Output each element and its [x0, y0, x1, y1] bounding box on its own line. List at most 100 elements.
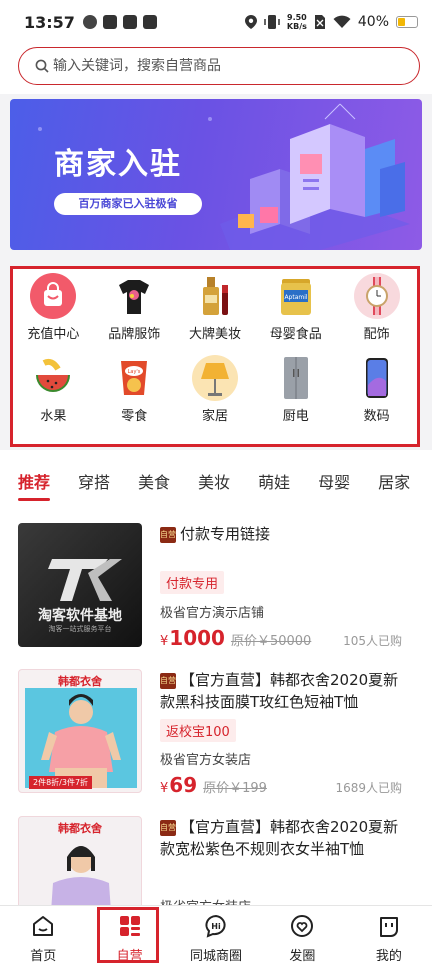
bottom-navigation: 首页 自营 Hi 同城商圈 发圈 我的 — [0, 905, 432, 964]
sold-count: 1689人已购 — [335, 781, 402, 795]
search-icon — [35, 59, 49, 73]
self-operated-badge: 自营 — [160, 673, 176, 689]
tab-item[interactable]: 居家 — [378, 469, 410, 493]
nav-item[interactable]: 我的 — [346, 906, 432, 964]
product-price: ¥1000 原价￥50000 — [160, 626, 311, 650]
category-item[interactable]: Lay's 零食 — [94, 355, 175, 437]
category-item[interactable]: 品牌服饰 — [94, 273, 175, 355]
category-item[interactable]: 数码 — [336, 355, 417, 437]
category-item[interactable]: 厨电 — [255, 355, 336, 437]
nav-label: 自营 — [116, 949, 143, 964]
product-title: 自营 【官方直营】韩都衣舍2020夏新款黑科技面膜T玫红色短袖T恤 — [160, 669, 410, 713]
nav-item[interactable]: 首页 — [0, 906, 86, 964]
nav-item[interactable]: Hi 同城商圈 — [173, 906, 259, 964]
category-item[interactable]: 水果 — [13, 355, 94, 437]
battery-percent: 40% — [357, 14, 389, 30]
search-input[interactable] — [53, 58, 383, 74]
sim-off-icon — [314, 15, 325, 29]
product-price: ¥69 原价￥199 — [160, 773, 267, 797]
tab-item[interactable]: 穿搭 — [78, 469, 110, 493]
product-tag: 返校宝100 — [160, 719, 236, 742]
nav-label: 首页 — [30, 949, 57, 964]
nav-item[interactable]: 发圈 — [259, 906, 345, 964]
self-operated-badge: 自营 — [160, 820, 176, 836]
watermelon-icon — [30, 355, 76, 401]
product-card[interactable]: 淘客软件基地 淘客一站式服务平台 自营 付款专用链接 付款专用 极省官方演示店铺 … — [0, 523, 432, 663]
speed-unit: KB/s — [286, 22, 307, 31]
svg-text:Hi: Hi — [211, 922, 221, 931]
product-title: 自营 【官方直营】韩都衣舍2020夏新款宽松紫色不规则衣女半袖T恤 — [160, 816, 410, 860]
profile-face-icon — [377, 914, 401, 945]
shop-name: 极省官方女装店 — [160, 753, 252, 768]
category-item[interactable]: 配饰 — [336, 273, 417, 355]
tab-item[interactable]: 美妆 — [198, 469, 230, 493]
original-price: 原价￥199 — [203, 781, 267, 796]
thumb-title: 淘客软件基地 — [38, 608, 122, 624]
nav-item[interactable]: 自营 — [86, 906, 172, 964]
milk-powder-icon: Aptamil — [273, 273, 319, 319]
tab-item[interactable]: 推荐 — [18, 469, 51, 501]
product-card[interactable]: 韩都衣舍 2件8折/3件7折 自营 【官方直营】韩都衣舍2020夏新款黑科技面膜T… — [0, 669, 432, 809]
sold-count: 105人已购 — [343, 634, 402, 648]
wifi-icon — [333, 15, 351, 28]
vibrate-icon — [264, 15, 280, 29]
nav-label: 我的 — [375, 949, 402, 964]
category-label: 水果 — [40, 409, 67, 424]
category-item[interactable]: 家居 — [175, 355, 256, 437]
category-panel: 充值中心 品牌服饰 大牌美妆 Aptamil 母婴食品 配饰水果 Lay's 零食 家居 厨电 数码 — [10, 266, 420, 447]
category-grid: 充值中心 品牌服饰 大牌美妆 Aptamil 母婴食品 配饰水果 Lay's 零食 家居 厨电 数码 — [13, 269, 417, 437]
currency-symbol: ¥ — [160, 634, 169, 649]
lamp-icon — [191, 355, 238, 401]
thumb-subtitle: 淘客一站式服务平台 — [48, 625, 112, 633]
currency-symbol: ¥ — [160, 781, 169, 796]
tab-item[interactable]: 母婴 — [318, 469, 350, 493]
category-label: 品牌服饰 — [108, 327, 161, 342]
model-photo — [25, 688, 137, 788]
original-price: 原价￥50000 — [230, 634, 312, 649]
shopping-bag-icon — [30, 273, 77, 319]
product-title-text: 【官方直营】韩都衣舍2020夏新款宽松紫色不规则衣女半袖T恤 — [160, 818, 399, 858]
chips-icon: Lay's — [111, 355, 157, 401]
status-bar: 13:57 9.50 KB/s 40% — [0, 0, 432, 44]
status-time: 13:57 — [24, 12, 75, 32]
merchant-join-banner[interactable]: 商家入驻 百万商家已入驻极省 — [10, 99, 422, 250]
phone-icon — [354, 355, 400, 401]
banner-subtitle: 百万商家已入驻极省 — [54, 193, 202, 215]
battery-level — [398, 18, 405, 26]
perfume-icon — [192, 273, 238, 319]
category-label: 数码 — [363, 409, 390, 424]
category-item[interactable]: 充值中心 — [13, 273, 94, 355]
shop-name: 极省官方演示店铺 — [160, 606, 265, 621]
nav-label: 同城商圈 — [190, 949, 243, 964]
network-speed: 9.50 KB/s — [287, 13, 307, 31]
svg-text:Lay's: Lay's — [128, 369, 141, 375]
category-label: 充值中心 — [27, 327, 80, 342]
app-notification-icon — [82, 15, 97, 29]
fridge-icon — [273, 355, 319, 401]
calendar-icon — [142, 15, 157, 29]
cat-app-icon — [102, 15, 117, 29]
location-icon — [244, 15, 257, 29]
chat-hi-icon: Hi — [204, 914, 228, 945]
search-bar[interactable] — [18, 47, 420, 85]
product-title: 自营 付款专用链接 — [160, 523, 410, 545]
category-item[interactable]: 大牌美妆 — [175, 273, 256, 355]
tab-item[interactable]: 美食 — [138, 469, 170, 493]
feed-tabs: 推荐 穿搭 美食 美妆 萌娃 母婴 居家 — [0, 458, 432, 504]
tab-item[interactable]: 萌娃 — [258, 469, 290, 493]
watch-icon — [353, 273, 400, 319]
product-title-text: 【官方直营】韩都衣舍2020夏新款黑科技面膜T玫红色短袖T恤 — [160, 671, 399, 711]
status-right: 9.50 KB/s 40% — [244, 13, 418, 31]
heart-share-icon — [290, 914, 314, 945]
home-icon — [31, 914, 55, 945]
thumb-promo: 2件8折/3件7折 — [29, 776, 93, 789]
category-item[interactable]: Aptamil 母婴食品 — [255, 273, 336, 355]
speed-value: 9.50 — [287, 13, 307, 22]
message-icon — [122, 15, 137, 29]
tshirt-icon — [111, 273, 157, 319]
category-label: 大牌美妆 — [188, 327, 241, 342]
self-operated-badge: 自营 — [160, 527, 176, 543]
banner-title: 商家入驻 — [54, 147, 182, 182]
price-value: 1000 — [169, 626, 225, 650]
svg-text:Aptamil: Aptamil — [284, 294, 307, 301]
